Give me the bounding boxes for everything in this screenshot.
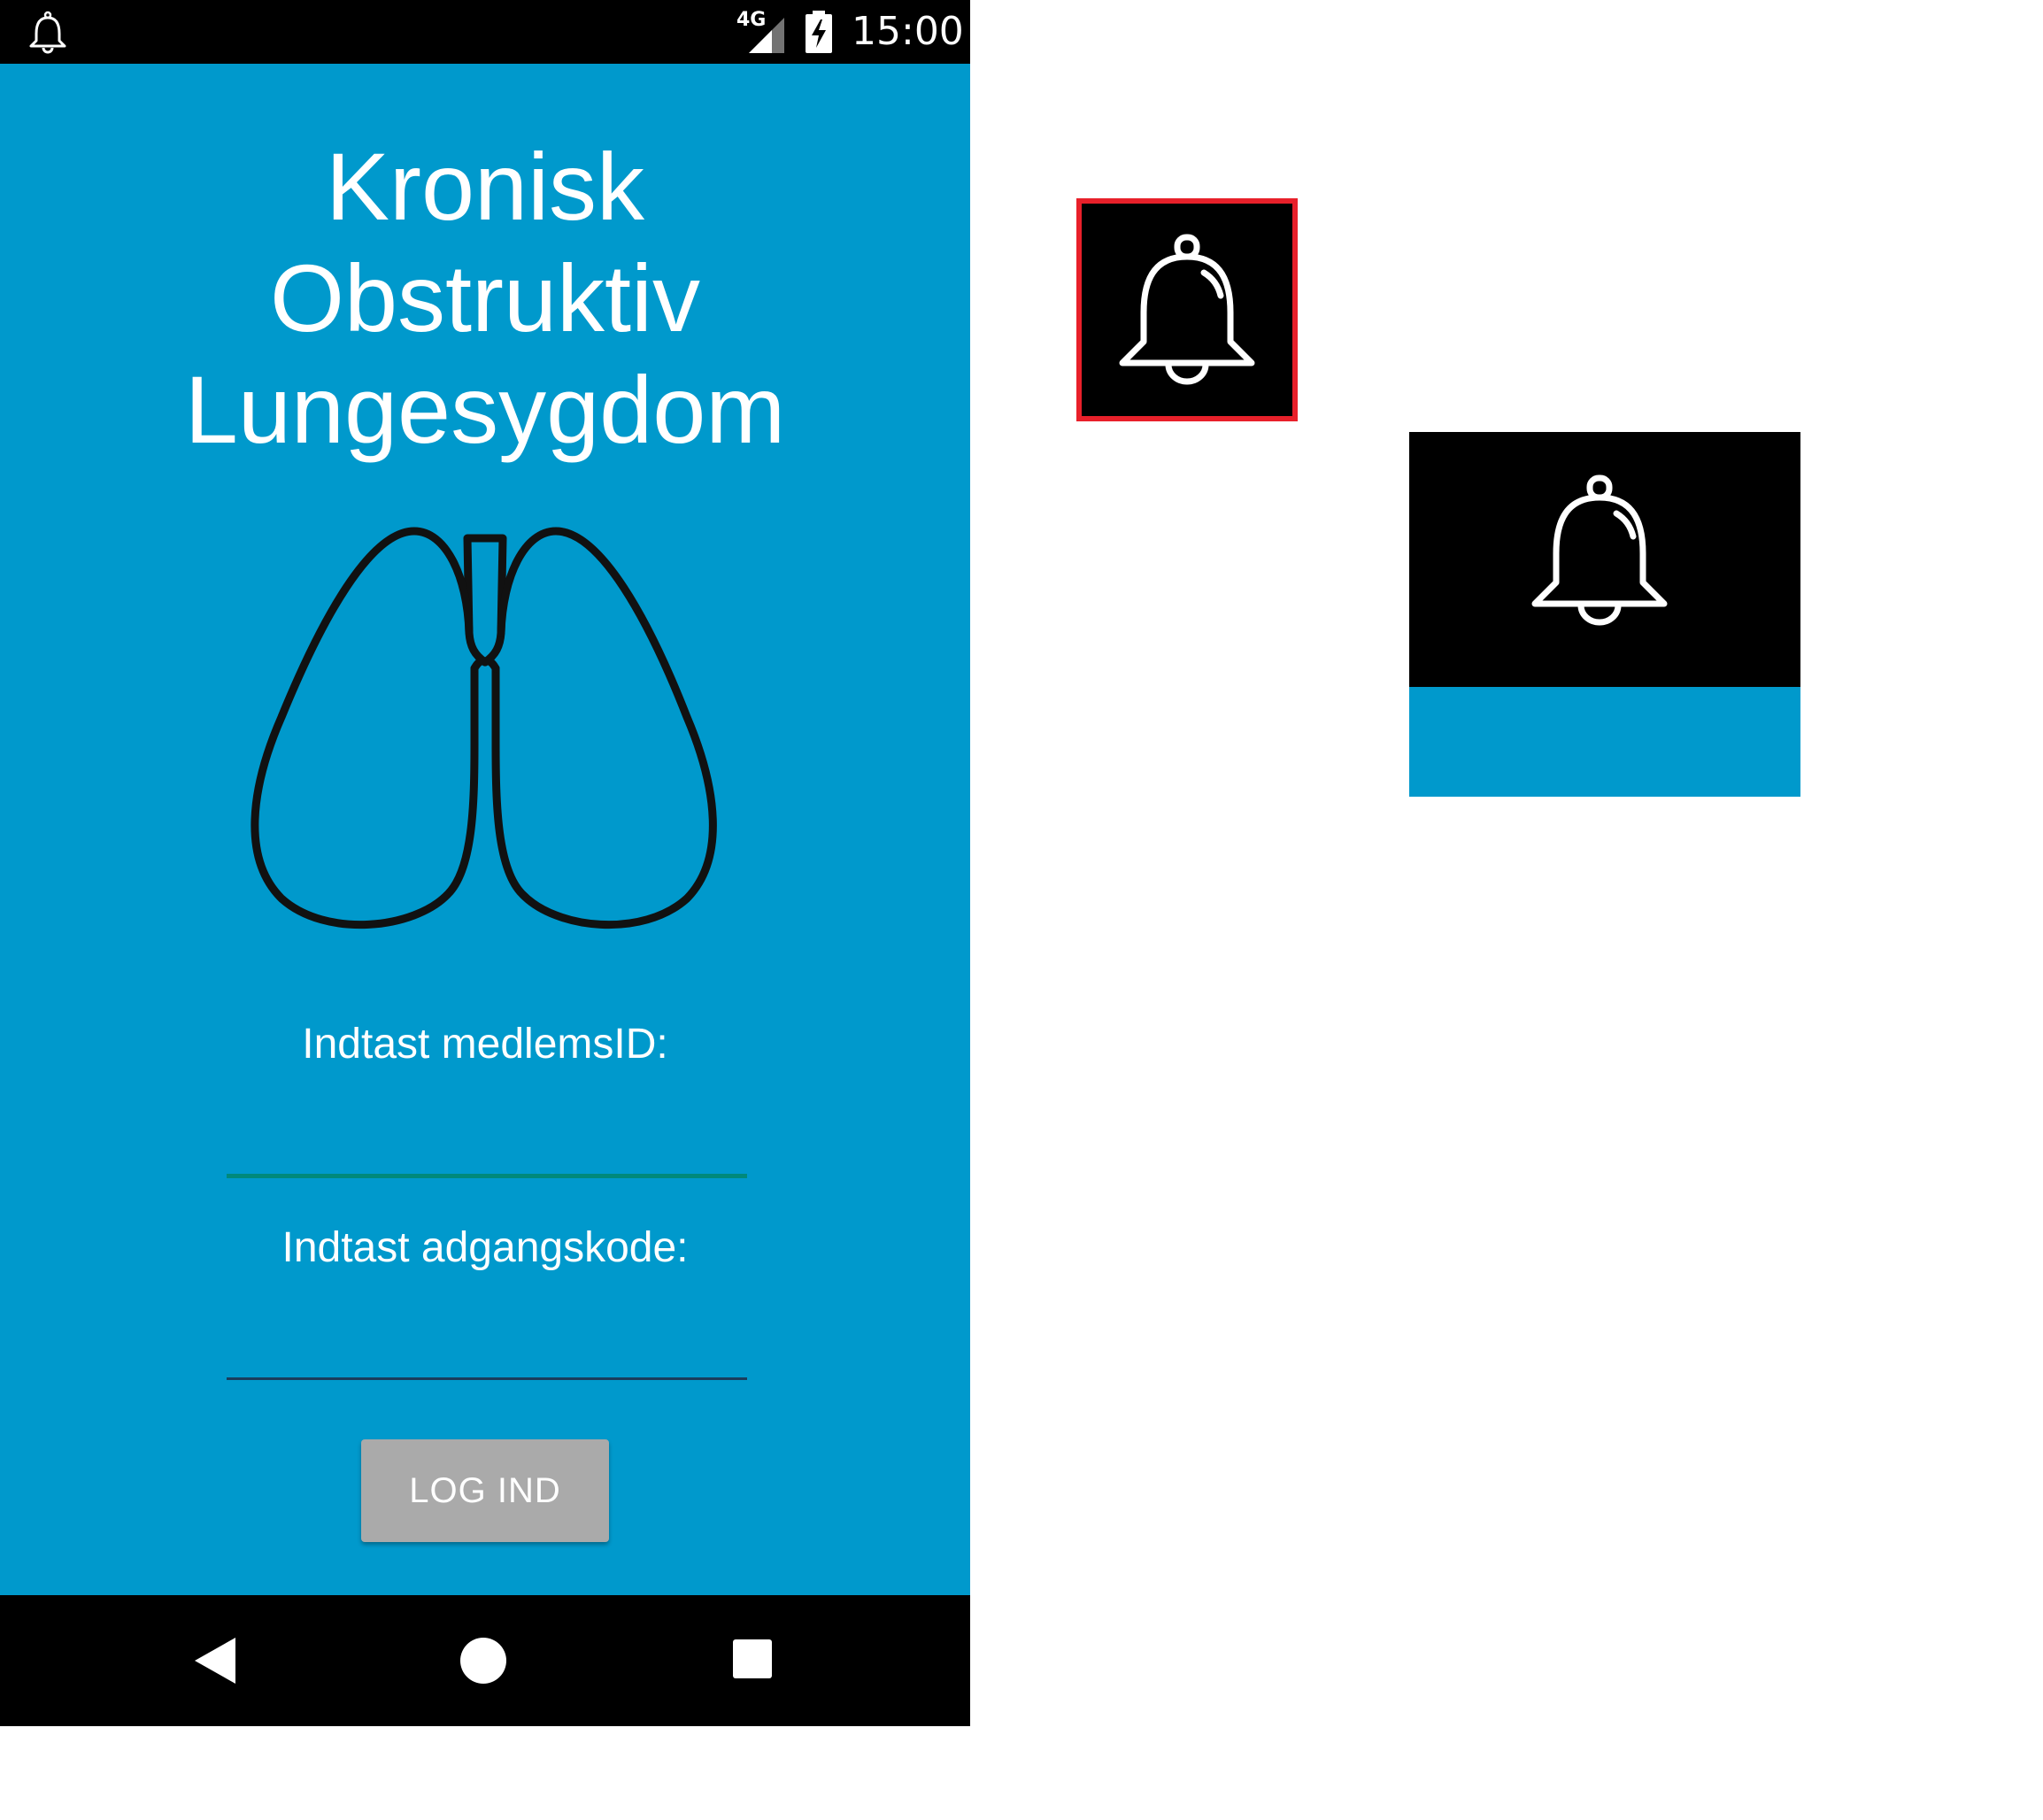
status-time: 15:00: [852, 9, 964, 54]
back-icon[interactable]: [191, 1634, 241, 1687]
bell-crop: [1409, 432, 1800, 797]
password-input[interactable]: [227, 1323, 747, 1380]
recents-icon[interactable]: [731, 1638, 774, 1680]
member-id-label: Indtast medlemsID:: [302, 1021, 668, 1068]
app-title: Kronisk Obstruktiv Lungesygdom: [0, 131, 970, 466]
member-id-input[interactable]: [227, 1119, 747, 1178]
app-title-line: Lungesygdom: [184, 356, 786, 463]
phone-screen: 4G 15:00 Kronisk Obstruktiv Lungesygdom …: [0, 0, 970, 1726]
app-title-line: Obstruktiv: [269, 244, 701, 351]
signal-icon: [749, 18, 784, 53]
bell-icon: [1531, 474, 1668, 626]
highlighted-bell-crop: [1076, 198, 1298, 421]
app-title-line: Kronisk: [325, 133, 645, 240]
status-bar: 4G 15:00: [0, 0, 970, 64]
home-icon[interactable]: [459, 1636, 508, 1685]
blue-strip: [1409, 687, 1800, 797]
login-button[interactable]: LOG IND: [361, 1439, 609, 1542]
password-label: Indtast adgangskode:: [281, 1224, 689, 1271]
navigation-bar: [0, 1595, 970, 1726]
bell-icon[interactable]: [23, 7, 73, 57]
bell-icon: [1119, 234, 1255, 385]
lungs-icon: [251, 527, 717, 929]
battery-charging-icon: [806, 11, 832, 53]
